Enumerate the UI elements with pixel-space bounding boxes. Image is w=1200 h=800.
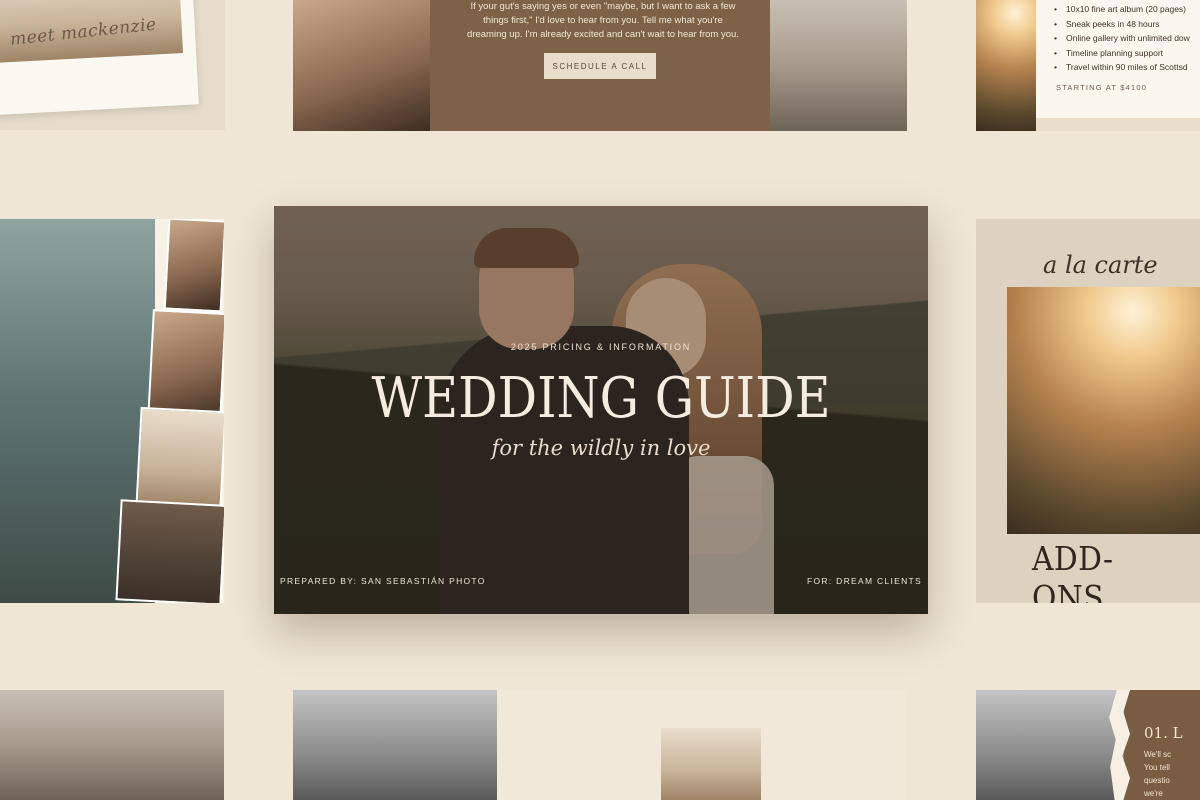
collage-slide	[0, 219, 224, 603]
bottom-left-slide	[0, 690, 224, 800]
list-item: 10x10 fine art album (20 pages)	[1054, 2, 1200, 17]
add-ons-slide: a la carte ADD-ONS	[976, 219, 1200, 603]
veil-couple-photo	[1007, 287, 1200, 534]
step-line: we're	[1144, 789, 1163, 798]
package-photo	[976, 0, 1036, 131]
list-item: Travel within 90 miles of Scottsd	[1054, 60, 1200, 75]
prepared-by: PREPARED BY: SAN SEBASTIÁN PHOTO	[280, 576, 486, 586]
cover-title: WEDDING GUIDE	[371, 366, 831, 431]
list-item: Sneak peeks in 48 hours	[1054, 17, 1200, 32]
bottom-right-slide: 01. L We'll sc You tell questio we're	[976, 690, 1200, 800]
package-slide: 10x10 fine art album (20 pages) Sneak pe…	[976, 0, 1200, 131]
schedule-call-button[interactable]: SCHEDULE A CALL	[544, 53, 656, 79]
polaroid-frame: meet mackenzie	[0, 0, 199, 116]
list-item: Online gallery with unlimited dow	[1054, 31, 1200, 46]
collage-photo-1	[163, 219, 224, 313]
collage-photo-4	[115, 499, 224, 603]
package-list: 10x10 fine art album (20 pages) Sneak pe…	[1054, 2, 1200, 75]
copy-line: If your gut's saying yes or even "maybe,…	[470, 1, 736, 12]
cover-kicker: 2025 PRICING & INFORMATION	[510, 342, 692, 352]
a-la-carte-script: a la carte	[1043, 251, 1158, 279]
bw-photo	[976, 690, 1124, 800]
meet-mackenzie-slide: meet mackenzie	[0, 0, 225, 130]
cover-subtitle: for the wildly in love	[491, 436, 711, 460]
couple-feet-photo	[770, 0, 907, 131]
step-panel: 01. L We'll sc You tell questio we're	[1124, 690, 1200, 800]
copy-line: things first," I'd love to hear from you…	[483, 15, 723, 26]
collage-photo-2	[147, 309, 224, 423]
bw-couple-photo	[293, 690, 497, 800]
add-ons-heading: ADD-ONS	[1032, 539, 1114, 603]
couple-photo-left	[293, 0, 430, 131]
step-number: 01. L	[1144, 724, 1183, 742]
portrait-photo	[661, 728, 761, 800]
package-panel: 10x10 fine art album (20 pages) Sneak pe…	[1036, 0, 1200, 118]
bottom-middle-slide	[293, 690, 907, 800]
step-line: We'll sc	[1144, 750, 1172, 759]
list-item: Timeline planning support	[1054, 46, 1200, 61]
contact-slide: If your gut's saying yes or even "maybe,…	[293, 0, 907, 131]
step-line: You tell	[1144, 763, 1170, 772]
wedding-guide-cover: 2025 PRICING & INFORMATION WEDDING GUIDE…	[274, 206, 928, 614]
collage-photo-3	[135, 406, 224, 512]
prepared-for: FOR: DREAM CLIENTS	[806, 576, 922, 586]
step-line: questio	[1144, 776, 1170, 785]
contact-copy: If your gut's saying yes or even "maybe,…	[453, 0, 753, 42]
starting-price: STARTING AT $4100	[1056, 82, 1148, 92]
copy-line: dreaming up. I'm already excited and can…	[467, 29, 739, 40]
